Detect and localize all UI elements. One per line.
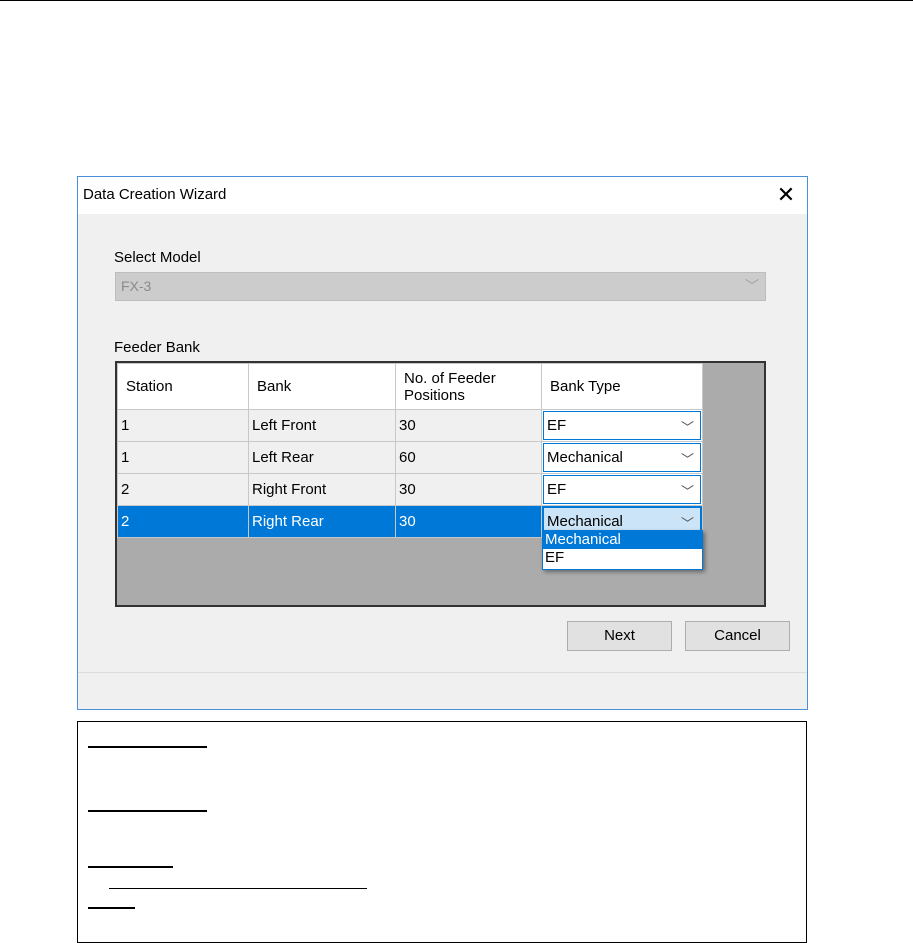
dialog-title: Data Creation Wizard bbox=[83, 186, 227, 203]
bank-type-cell[interactable]: EF ﹀ bbox=[541, 409, 703, 442]
column-header-station: Station bbox=[117, 363, 249, 410]
top-rule bbox=[0, 0, 913, 1]
bank-type-cell[interactable]: Mechanical ﹀ bbox=[541, 441, 703, 474]
chevron-down-icon: ﹀ bbox=[680, 452, 694, 467]
select-model-label: Select Model bbox=[114, 249, 201, 266]
feeder-bank-label: Feeder Bank bbox=[114, 339, 200, 356]
bank-cell[interactable]: Left Rear bbox=[248, 441, 396, 474]
bank-cell[interactable]: Right Rear bbox=[248, 505, 396, 538]
positions-cell[interactable]: 30 bbox=[395, 409, 542, 442]
station-cell[interactable]: 2 bbox=[117, 505, 249, 538]
station-cell[interactable]: 1 bbox=[117, 409, 249, 442]
cancel-button[interactable]: Cancel bbox=[685, 621, 790, 651]
divider bbox=[78, 672, 807, 673]
close-icon[interactable]: ✕ bbox=[773, 181, 799, 209]
station-cell[interactable]: 2 bbox=[117, 473, 249, 506]
column-header-bank-type: Bank Type bbox=[541, 363, 703, 410]
bank-type-select[interactable]: Mechanical ﹀ bbox=[543, 443, 701, 472]
positions-cell[interactable]: 30 bbox=[395, 473, 542, 506]
underline-rule bbox=[88, 866, 173, 868]
notes-box bbox=[77, 721, 807, 943]
table-row[interactable]: 2 Right Front 30 EF ﹀ bbox=[117, 473, 703, 506]
feeder-bank-grid: Station Bank No. of Feeder Positions Ban… bbox=[115, 361, 766, 607]
next-button[interactable]: Next bbox=[567, 621, 672, 651]
chevron-down-icon: ﹀ bbox=[680, 420, 694, 435]
column-header-positions: No. of Feeder Positions bbox=[395, 363, 542, 410]
bank-type-value: EF bbox=[547, 481, 567, 498]
positions-cell[interactable]: 60 bbox=[395, 441, 542, 474]
bank-type-value: Mechanical bbox=[547, 513, 623, 530]
underline-rule bbox=[88, 746, 207, 748]
station-cell[interactable]: 1 bbox=[117, 441, 249, 474]
model-select[interactable]: FX-3 ﹀ bbox=[115, 272, 766, 301]
chevron-down-icon: ﹀ bbox=[680, 484, 694, 499]
table-row[interactable]: 1 Left Front 30 EF ﹀ bbox=[117, 409, 703, 442]
model-value: FX-3 bbox=[121, 278, 152, 294]
positions-header-text: No. of Feeder Positions bbox=[404, 369, 496, 404]
chevron-down-icon: ﹀ bbox=[745, 278, 759, 294]
bank-type-select[interactable]: EF ﹀ bbox=[543, 411, 701, 440]
header-row: Station Bank No. of Feeder Positions Ban… bbox=[117, 363, 703, 410]
bank-type-cell[interactable]: EF ﹀ bbox=[541, 473, 703, 506]
title-bar: Data Creation Wizard ✕ bbox=[78, 177, 807, 214]
bank-type-value: EF bbox=[547, 417, 567, 434]
data-creation-wizard-dialog: Data Creation Wizard ✕ Select Model FX-3… bbox=[77, 176, 808, 710]
bank-type-select[interactable]: EF ﹀ bbox=[543, 475, 701, 504]
bank-cell[interactable]: Left Front bbox=[248, 409, 396, 442]
bank-cell[interactable]: Right Front bbox=[248, 473, 396, 506]
dropdown-option-ef[interactable]: EF bbox=[543, 549, 702, 567]
bank-type-dropdown-list: Mechanical EF bbox=[542, 530, 703, 570]
bank-type-value: Mechanical bbox=[547, 449, 623, 466]
positions-cell[interactable]: 30 bbox=[395, 505, 542, 538]
underline-rule bbox=[88, 907, 135, 909]
underline-rule bbox=[109, 888, 367, 889]
underline-rule bbox=[88, 810, 207, 812]
dropdown-option-mechanical[interactable]: Mechanical bbox=[543, 531, 702, 549]
table-row[interactable]: 1 Left Rear 60 Mechanical ﹀ bbox=[117, 441, 703, 474]
column-header-bank: Bank bbox=[248, 363, 396, 410]
